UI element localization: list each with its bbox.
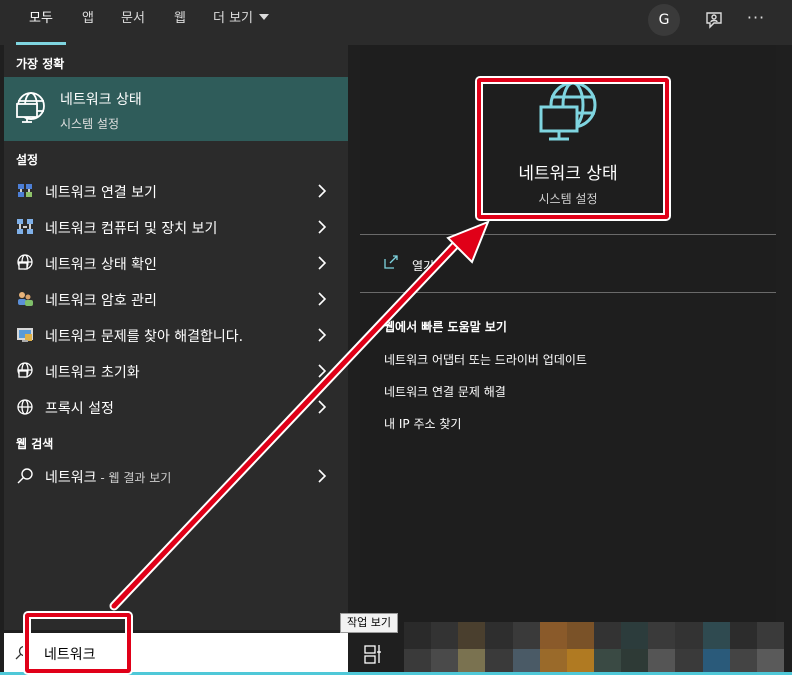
settings-item-network-computers[interactable]: 네트워크 컴퓨터 및 장치 보기 [4, 209, 348, 245]
more-options-icon[interactable]: ··· [742, 8, 770, 32]
annotation-highlight-search [25, 613, 131, 673]
settings-item-label: 프록시 설정 [45, 401, 114, 417]
help-link[interactable]: 네트워크 연결 문제 해결 [384, 383, 506, 400]
globe-monitor-icon [14, 91, 48, 125]
tab-all[interactable]: 모두 [16, 0, 66, 45]
web-search-item[interactable]: 네트워크 - 웹 결과 보기 [4, 458, 348, 494]
globe-reset-icon [16, 362, 34, 380]
help-link[interactable]: 내 IP 주소 찾기 [384, 415, 461, 432]
settings-item-label: 네트워크 문제를 찾아 해결합니다. [45, 329, 244, 345]
chevron-right-icon[interactable] [316, 291, 328, 307]
section-best-match: 가장 정확 [16, 57, 65, 71]
open-icon[interactable] [384, 254, 398, 269]
settings-item-network-troubleshoot[interactable]: 네트워크 문제를 찾아 해결합니다. [4, 317, 348, 353]
network-computers-icon [16, 218, 34, 236]
settings-item-label: 네트워크 암호 관리 [45, 293, 157, 309]
caret-down-icon [259, 14, 269, 20]
settings-item-network-status[interactable]: 네트워크 상태 확인 [4, 245, 348, 281]
task-view-tooltip: 작업 보기 [340, 613, 398, 633]
section-settings: 설정 [16, 153, 39, 167]
settings-item-label: 네트워크 연결 보기 [45, 185, 157, 201]
search-icon [16, 467, 34, 485]
settings-item-label: 네트워크 상태 확인 [45, 257, 157, 273]
annotation-highlight-preview [477, 78, 669, 219]
section-web-search: 웹 검색 [16, 437, 54, 451]
settings-item-network-connections[interactable]: 네트워크 연결 보기 [4, 173, 348, 209]
divider [360, 292, 776, 293]
avatar[interactable]: G [648, 4, 680, 36]
web-search-label: 네트워크 - 웹 결과 보기 [45, 467, 171, 487]
open-action[interactable]: 열기 [412, 257, 434, 274]
divider [360, 234, 776, 235]
users-key-icon [16, 290, 34, 308]
tab-apps[interactable]: 앱 [74, 0, 102, 45]
search-tab-bar: 모두 앱 문서 웹 더 보기 G ··· [0, 0, 792, 45]
tab-more[interactable]: 더 보기 [206, 0, 276, 45]
chevron-right-icon[interactable] [316, 468, 328, 484]
chevron-right-icon[interactable] [316, 363, 328, 379]
best-match-item[interactable]: 네트워크 상태 시스템 설정 [4, 77, 348, 141]
tab-web[interactable]: 웹 [166, 0, 194, 45]
help-heading: 웹에서 빠른 도움말 보기 [384, 320, 507, 334]
globe-icon [16, 254, 34, 272]
troubleshoot-icon [16, 326, 34, 344]
chevron-right-icon[interactable] [316, 327, 328, 343]
web-search-suffix: - 웹 결과 보기 [96, 471, 172, 485]
settings-item-proxy[interactable]: 프록시 설정 [4, 389, 348, 425]
taskbar-apps-blurred [404, 622, 784, 675]
settings-item-label: 네트워크 컴퓨터 및 장치 보기 [45, 221, 218, 237]
globe-proxy-icon [16, 398, 34, 416]
chevron-right-icon[interactable] [316, 183, 328, 199]
best-match-title: 네트워크 상태 [60, 92, 142, 108]
tab-more-label: 더 보기 [212, 11, 253, 26]
task-view-button[interactable] [352, 633, 394, 675]
chevron-right-icon[interactable] [316, 399, 328, 415]
settings-item-label: 네트워크 초기화 [45, 365, 140, 381]
chevron-right-icon[interactable] [316, 255, 328, 271]
best-match-subtitle: 시스템 설정 [60, 117, 120, 131]
feedback-icon[interactable] [702, 8, 726, 32]
chevron-right-icon[interactable] [316, 219, 328, 235]
web-search-query: 네트워크 [45, 470, 97, 486]
settings-item-network-password[interactable]: 네트워크 암호 관리 [4, 281, 348, 317]
tab-documents[interactable]: 문서 [112, 0, 154, 45]
task-view-icon [364, 645, 381, 664]
help-link[interactable]: 네트워크 어댑터 또는 드라이버 업데이트 [384, 351, 587, 368]
results-panel: 가장 정확 네트워크 상태 시스템 설정 설정 네트워크 연결 보기 네트워크 … [4, 45, 348, 630]
network-connections-icon [16, 182, 34, 200]
settings-item-network-reset[interactable]: 네트워크 초기화 [4, 353, 348, 389]
